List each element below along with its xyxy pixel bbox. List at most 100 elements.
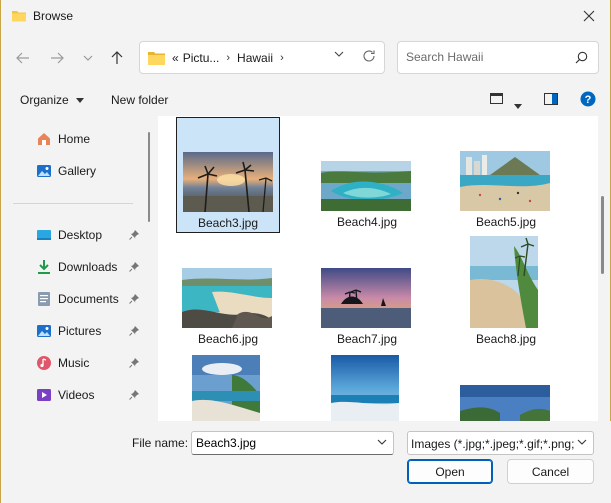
sidebar-item-videos[interactable]: Videos bbox=[36, 383, 144, 407]
search-box[interactable] bbox=[397, 41, 599, 74]
file-name: Beach6.jpg bbox=[197, 332, 259, 346]
pictures-icon bbox=[36, 323, 52, 339]
breadcrumb-hawaii[interactable]: Hawaii bbox=[237, 51, 273, 65]
forward-button[interactable] bbox=[45, 46, 69, 70]
title-bar: Browse bbox=[1, 0, 611, 32]
file-item[interactable] bbox=[176, 355, 280, 421]
breadcrumb-separator-icon[interactable]: › bbox=[280, 52, 284, 64]
view-icon bbox=[490, 93, 503, 104]
sidebar-divider bbox=[13, 203, 133, 204]
file-name: Beach3.jpg bbox=[197, 216, 259, 230]
file-name: Beach7.jpg bbox=[336, 332, 398, 346]
image-thumbnail bbox=[183, 152, 273, 212]
chevron-down-icon bbox=[577, 439, 587, 445]
dialog-footer: File name: Images (*.jpg;*.jpeg;*.gif;*.… bbox=[1, 421, 611, 503]
close-button[interactable] bbox=[566, 0, 611, 32]
file-type-filter[interactable]: Images (*.jpg;*.jpeg;*.gif;*.png; bbox=[407, 431, 594, 455]
file-item-beach5[interactable]: Beach5.jpg bbox=[454, 117, 558, 233]
recent-locations-button[interactable] bbox=[76, 46, 100, 70]
file-item[interactable] bbox=[454, 355, 558, 421]
breadcrumb-separator-icon[interactable]: › bbox=[226, 52, 230, 64]
music-icon bbox=[36, 355, 52, 371]
image-thumbnail bbox=[192, 355, 260, 421]
folder-icon bbox=[148, 51, 165, 65]
videos-icon bbox=[36, 387, 52, 403]
breadcrumb-overflow[interactable]: « bbox=[172, 51, 179, 65]
file-item-beach7[interactable]: Beach7.jpg bbox=[315, 236, 419, 352]
file-name-field[interactable] bbox=[191, 431, 394, 455]
sidebar-item-label: Downloads bbox=[58, 260, 118, 274]
sidebar-scrollbar[interactable] bbox=[148, 132, 150, 222]
pin-icon bbox=[129, 230, 139, 240]
image-thumbnail bbox=[460, 151, 550, 211]
desktop-icon bbox=[36, 227, 52, 243]
pin-icon bbox=[129, 390, 139, 400]
open-button-label: Open bbox=[435, 464, 465, 479]
navigation-pane: Home Gallery Desktop Downloads Documents… bbox=[1, 116, 151, 421]
documents-icon bbox=[36, 291, 52, 307]
breadcrumb-pictures[interactable]: Pictu... bbox=[183, 51, 220, 65]
view-options-button[interactable] bbox=[514, 98, 522, 112]
preview-pane-button[interactable] bbox=[544, 93, 558, 108]
file-name: Beach4.jpg bbox=[336, 215, 398, 229]
sidebar-item-label: Desktop bbox=[58, 228, 103, 242]
chevron-down-icon[interactable] bbox=[334, 51, 344, 57]
file-item[interactable] bbox=[315, 355, 419, 421]
sidebar-item-gallery[interactable]: Gallery bbox=[36, 159, 144, 183]
arrow-left-icon bbox=[16, 52, 29, 64]
new-folder-label: New folder bbox=[111, 93, 169, 107]
sidebar-item-label: Videos bbox=[58, 388, 95, 402]
close-icon bbox=[583, 10, 595, 22]
chevron-down-icon[interactable] bbox=[377, 439, 387, 445]
new-folder-button[interactable]: New folder bbox=[111, 93, 168, 107]
organize-button[interactable]: Organize bbox=[20, 93, 84, 107]
arrow-right-icon bbox=[51, 52, 64, 64]
help-button[interactable]: ? bbox=[580, 91, 596, 110]
navigation-bar: « Pictu... › Hawaii › bbox=[1, 38, 611, 78]
sidebar-item-label: Pictures bbox=[58, 324, 102, 338]
open-button[interactable]: Open bbox=[407, 459, 493, 484]
file-type-filter-value: Images (*.jpg;*.jpeg;*.gif;*.png; bbox=[411, 437, 575, 451]
home-icon bbox=[36, 131, 52, 147]
up-button[interactable] bbox=[105, 46, 129, 70]
sidebar-item-pictures[interactable]: Pictures bbox=[36, 319, 144, 343]
folder-icon bbox=[12, 11, 26, 22]
sidebar-item-downloads[interactable]: Downloads bbox=[36, 255, 144, 279]
sidebar-item-label: Home bbox=[58, 132, 91, 146]
sidebar-item-label: Gallery bbox=[58, 164, 97, 178]
cancel-button[interactable]: Cancel bbox=[507, 459, 594, 484]
browse-dialog: Browse « Pictu... › Hawaii › Search Hawa… bbox=[0, 0, 611, 503]
address-bar[interactable]: « Pictu... › Hawaii › bbox=[139, 41, 385, 74]
sidebar-item-documents[interactable]: Documents bbox=[36, 287, 144, 311]
image-thumbnail bbox=[321, 161, 411, 211]
file-name: Beach8.jpg bbox=[475, 332, 537, 346]
file-list-scrollbar[interactable] bbox=[601, 196, 604, 274]
preview-pane-icon bbox=[544, 93, 558, 105]
image-thumbnail bbox=[321, 268, 411, 328]
file-item-beach8[interactable]: Beach8.jpg bbox=[454, 236, 558, 352]
downloads-icon bbox=[36, 259, 52, 275]
refresh-icon[interactable] bbox=[362, 49, 376, 63]
window-title: Browse bbox=[33, 9, 74, 23]
back-button[interactable] bbox=[11, 46, 35, 70]
image-thumbnail bbox=[470, 236, 538, 328]
sidebar-item-music[interactable]: Music bbox=[36, 351, 144, 375]
change-view-button[interactable] bbox=[490, 93, 503, 108]
file-list: Beach3.jpg Beach4.jpg Beach5.jpg Beach6.… bbox=[158, 116, 598, 421]
file-item-beach3[interactable]: Beach3.jpg bbox=[176, 117, 280, 233]
file-item-beach4[interactable]: Beach4.jpg bbox=[315, 117, 419, 233]
image-thumbnail bbox=[182, 268, 272, 328]
search-icon[interactable] bbox=[575, 51, 588, 64]
sidebar-item-desktop[interactable]: Desktop bbox=[36, 223, 144, 247]
sidebar-item-label: Documents bbox=[58, 292, 119, 306]
search-input[interactable] bbox=[406, 50, 566, 64]
cancel-button-label: Cancel bbox=[531, 464, 570, 479]
file-name-label: File name: bbox=[132, 436, 189, 450]
pin-icon bbox=[129, 326, 139, 336]
file-name-input[interactable] bbox=[196, 436, 366, 450]
pin-icon bbox=[129, 358, 139, 368]
dropdown-arrow-icon bbox=[75, 97, 84, 103]
file-item-beach6[interactable]: Beach6.jpg bbox=[176, 236, 280, 352]
organize-label: Organize bbox=[20, 93, 69, 107]
sidebar-item-home[interactable]: Home bbox=[36, 127, 144, 151]
